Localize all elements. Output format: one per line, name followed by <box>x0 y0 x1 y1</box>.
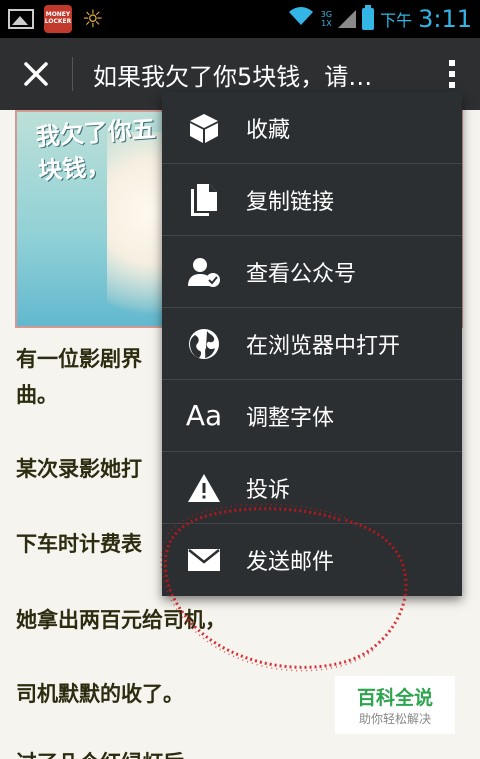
signal-icon <box>338 10 357 28</box>
network-type: 3G 1X <box>321 10 332 28</box>
article-line: 司机默默的收了。 <box>16 682 184 706</box>
money-locker-icon: MONEY LOCKER <box>44 5 72 33</box>
mail-icon <box>162 548 246 572</box>
gallery-icon <box>8 9 34 29</box>
font-size-icon: Aa <box>185 399 223 432</box>
watermark: 百科全说 助你轻松解决 <box>335 676 455 734</box>
clock-time: 3:11 <box>418 5 472 33</box>
image-caption: 我欠了你五块钱， <box>34 113 157 186</box>
globe-icon <box>162 327 246 361</box>
watermark-title: 百科全说 <box>356 687 433 709</box>
notification-icons: MONEY LOCKER ☼ <box>8 5 104 33</box>
menu-item-favorite[interactable]: 收藏 <box>162 92 462 164</box>
menu-item-label: 查看公众号 <box>246 261 357 287</box>
article-line: 下车时计费表 <box>16 532 142 556</box>
copy-icon <box>162 183 246 217</box>
box-icon <box>162 112 246 144</box>
menu-item-label: 在浏览器中打开 <box>246 333 401 359</box>
wifi-icon <box>287 5 315 33</box>
more-vertical-icon <box>449 60 455 88</box>
menu-item-font-size[interactable]: Aa 调整字体 <box>162 380 462 452</box>
network-sub-label: 1X <box>321 19 332 28</box>
menu-item-label: 收藏 <box>246 117 291 143</box>
page-title: 如果我欠了你5块钱，请… <box>93 62 373 91</box>
status-bar: MONEY LOCKER ☼ 3G 1X 下午 3:11 <box>0 0 480 38</box>
article-line: 有一位影剧界 <box>16 347 142 371</box>
warning-icon <box>162 473 246 503</box>
article-line: 某次录影她打 <box>16 457 142 481</box>
close-icon <box>24 62 48 86</box>
menu-item-label: 发送邮件 <box>246 550 335 575</box>
menu-item-view-account[interactable]: 查看公众号 <box>162 236 462 308</box>
article-line: 曲。 <box>16 383 58 407</box>
network-label: 3G <box>320 10 333 19</box>
user-check-icon <box>162 256 246 288</box>
menu-item-report[interactable]: 投诉 <box>162 452 462 524</box>
overflow-menu: 收藏 复制链接 查看公众号 在浏览器中打开 Aa 调整字体 投诉 发送邮件 <box>162 92 462 596</box>
menu-item-copy-link[interactable]: 复制链接 <box>162 164 462 236</box>
watermark-subtitle: 助你轻松解决 <box>358 712 431 726</box>
menu-item-label: 投诉 <box>246 477 291 503</box>
article-line: 她拿出两百元给司机， <box>16 608 226 632</box>
menu-item-open-browser[interactable]: 在浏览器中打开 <box>162 308 462 380</box>
battery-icon <box>362 5 375 30</box>
clock-ampm: 下午 <box>380 11 413 30</box>
system-icons: 3G 1X 下午 3:11 <box>287 5 472 33</box>
menu-item-label: 调整字体 <box>246 405 335 431</box>
brightness-icon: ☼ <box>82 5 104 33</box>
close-button[interactable] <box>0 38 72 110</box>
menu-item-send-email[interactable]: 发送邮件 <box>162 524 462 596</box>
menu-item-label: 复制链接 <box>246 189 335 215</box>
article-line: 过了几个红绿灯后， <box>16 746 205 759</box>
